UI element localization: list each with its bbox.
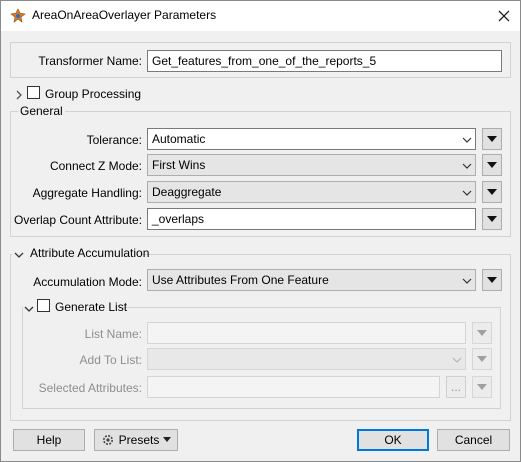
generate-list-checkbox[interactable] bbox=[37, 299, 50, 312]
aggregate-handling-select[interactable]: Deaggregate bbox=[147, 181, 476, 203]
tolerance-label: Tolerance: bbox=[86, 133, 142, 147]
generate-list-expander[interactable] bbox=[24, 302, 34, 316]
menu-arrow-icon bbox=[487, 162, 497, 168]
window-title: AreaOnAreaOverlayer Parameters bbox=[32, 8, 217, 22]
attribute-accumulation-title: Attribute Accumulation bbox=[30, 246, 150, 260]
transformer-name-label: Transformer Name: bbox=[38, 54, 142, 68]
menu-arrow-icon bbox=[487, 277, 497, 283]
menu-arrow-icon bbox=[487, 189, 497, 195]
aggregate-handling-menu-button[interactable] bbox=[482, 181, 502, 203]
tolerance-menu-button[interactable] bbox=[482, 128, 502, 150]
presets-button[interactable]: Presets bbox=[94, 429, 178, 451]
transformer-name-input[interactable]: Get_features_from_one_of_the_reports_5 bbox=[147, 50, 502, 72]
group-processing-label: Group Processing bbox=[45, 87, 142, 101]
browse-attributes-button[interactable]: ... bbox=[446, 376, 466, 398]
menu-arrow-icon bbox=[477, 330, 487, 336]
aggregate-handling-label: Aggregate Handling: bbox=[32, 186, 142, 200]
add-to-list-label: Add To List: bbox=[79, 353, 142, 367]
accumulation-mode-value: Use Attributes From One Feature bbox=[152, 273, 329, 287]
overlap-count-attribute-input[interactable]: _overlaps bbox=[147, 208, 476, 230]
connect-z-mode-value: First Wins bbox=[152, 158, 206, 172]
cancel-button[interactable]: Cancel bbox=[437, 429, 510, 451]
help-button[interactable]: Help bbox=[13, 429, 85, 451]
ok-button[interactable]: OK bbox=[357, 429, 429, 451]
attribute-accumulation-expander[interactable] bbox=[14, 248, 24, 262]
dropdown-arrow-icon bbox=[163, 437, 172, 442]
close-icon[interactable] bbox=[492, 4, 516, 28]
accumulation-mode-label: Accumulation Mode: bbox=[33, 275, 142, 289]
accumulation-mode-menu-button[interactable] bbox=[482, 269, 502, 291]
list-name-input[interactable] bbox=[147, 322, 466, 344]
menu-arrow-icon bbox=[477, 384, 487, 390]
presets-label: Presets bbox=[118, 433, 160, 447]
menu-arrow-icon bbox=[487, 136, 497, 142]
aggregate-handling-value: Deaggregate bbox=[152, 185, 222, 199]
menu-arrow-icon bbox=[477, 356, 487, 362]
add-to-list-menu-button[interactable] bbox=[472, 348, 492, 370]
tolerance-select[interactable]: Automatic bbox=[147, 128, 476, 150]
connect-z-mode-select[interactable]: First Wins bbox=[147, 154, 476, 176]
list-name-menu-button[interactable] bbox=[472, 322, 492, 344]
chevron-down-icon bbox=[452, 354, 462, 368]
connect-z-mode-menu-button[interactable] bbox=[482, 154, 502, 176]
tolerance-value: Automatic bbox=[152, 132, 206, 146]
add-to-list-select[interactable] bbox=[147, 348, 466, 370]
selected-attributes-menu-button[interactable] bbox=[472, 376, 492, 398]
chevron-down-icon bbox=[462, 134, 472, 148]
connect-z-mode-label: Connect Z Mode: bbox=[49, 159, 142, 173]
generate-list-label: Generate List bbox=[55, 300, 128, 314]
selected-attributes-input[interactable] bbox=[147, 376, 440, 398]
list-name-label: List Name: bbox=[84, 327, 142, 341]
overlap-count-attribute-label: Overlap Count Attribute: bbox=[14, 213, 143, 227]
chevron-down-icon bbox=[462, 187, 472, 201]
group-processing-checkbox[interactable] bbox=[27, 86, 40, 99]
accumulation-mode-select[interactable]: Use Attributes From One Feature bbox=[147, 269, 476, 291]
transformer-icon bbox=[10, 8, 26, 24]
general-title: General bbox=[18, 104, 65, 118]
chevron-down-icon bbox=[462, 275, 472, 289]
overlap-count-menu-button[interactable] bbox=[482, 208, 502, 230]
menu-arrow-icon bbox=[487, 216, 497, 222]
chevron-down-icon bbox=[462, 160, 472, 174]
gear-icon bbox=[102, 435, 113, 445]
selected-attributes-label: Selected Attributes: bbox=[38, 381, 142, 395]
group-processing-expander[interactable] bbox=[15, 89, 23, 103]
